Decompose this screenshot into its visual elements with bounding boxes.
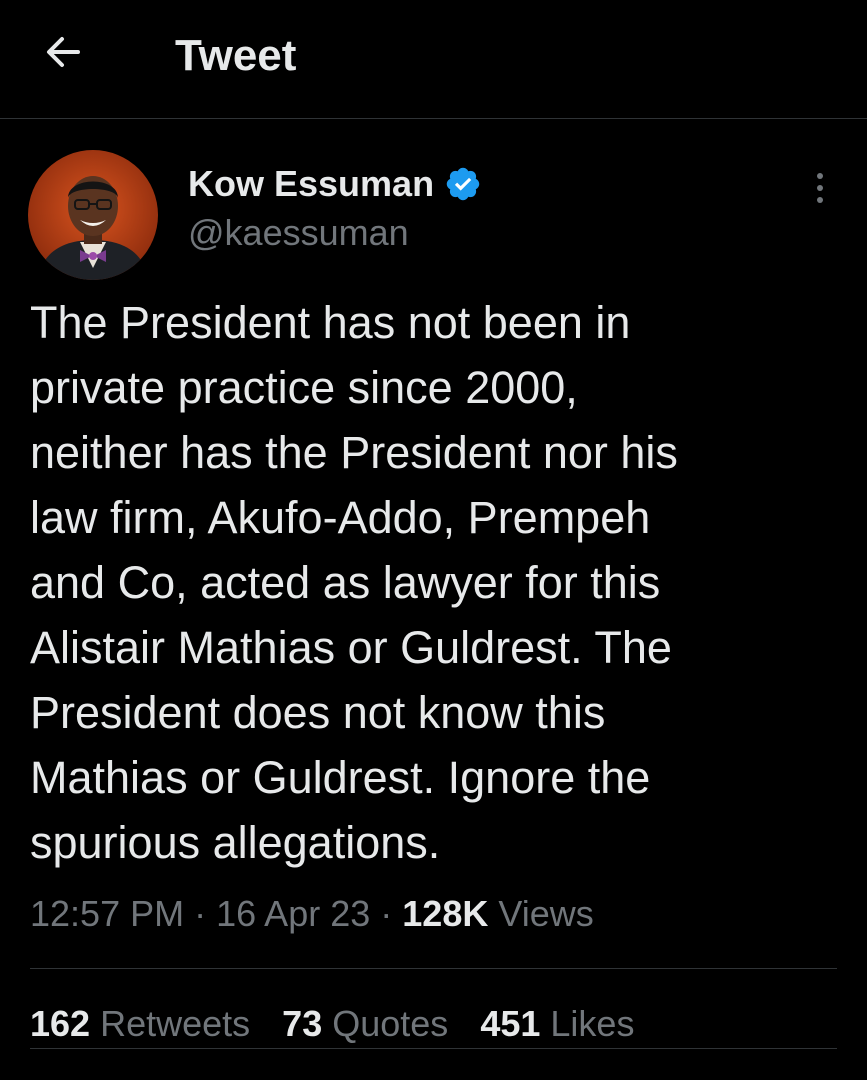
more-vertical-icon xyxy=(817,173,823,203)
divider xyxy=(30,968,837,969)
retweets-count: 162 xyxy=(30,1003,91,1044)
author-handle[interactable]: @kaessuman xyxy=(188,212,482,254)
author-display-name[interactable]: Kow Essuman xyxy=(188,163,434,205)
retweets-label: Retweets xyxy=(100,1003,251,1044)
views-label: Views xyxy=(498,893,594,934)
author-info: Kow Essuman @kaessuman xyxy=(188,160,482,254)
likes-stat[interactable]: 451 Likes xyxy=(480,1000,634,1048)
tweet-time[interactable]: 12:57 PM xyxy=(30,893,184,934)
tweet-meta: 12:57 PM · 16 Apr 23 · 128K Views xyxy=(30,890,594,938)
views-count: 128K xyxy=(402,893,489,934)
profile-photo xyxy=(28,150,158,280)
retweets-stat[interactable]: 162 Retweets xyxy=(30,1000,250,1048)
divider xyxy=(30,1048,837,1049)
tweet-date[interactable]: 16 Apr 23 xyxy=(216,893,370,934)
back-button[interactable] xyxy=(40,28,88,76)
top-bar: Tweet xyxy=(0,0,867,119)
more-options-button[interactable] xyxy=(805,168,835,208)
arrow-left-icon xyxy=(47,37,80,67)
quotes-stat[interactable]: 73 Quotes xyxy=(282,1000,448,1048)
avatar[interactable] xyxy=(28,150,158,280)
likes-label: Likes xyxy=(550,1003,635,1044)
page-title: Tweet xyxy=(175,31,297,80)
tweet-text: The President has not been in private pr… xyxy=(30,297,678,868)
likes-count: 451 xyxy=(480,1003,541,1044)
name-row: Kow Essuman xyxy=(188,160,482,208)
quotes-count: 73 xyxy=(282,1003,323,1044)
meta-separator: · xyxy=(380,893,393,934)
engagement-stats: 162 Retweets 73 Quotes 451 Likes xyxy=(30,1000,666,1048)
quotes-label: Quotes xyxy=(332,1003,449,1044)
meta-separator: · xyxy=(194,893,207,934)
verified-badge-icon xyxy=(446,167,480,201)
